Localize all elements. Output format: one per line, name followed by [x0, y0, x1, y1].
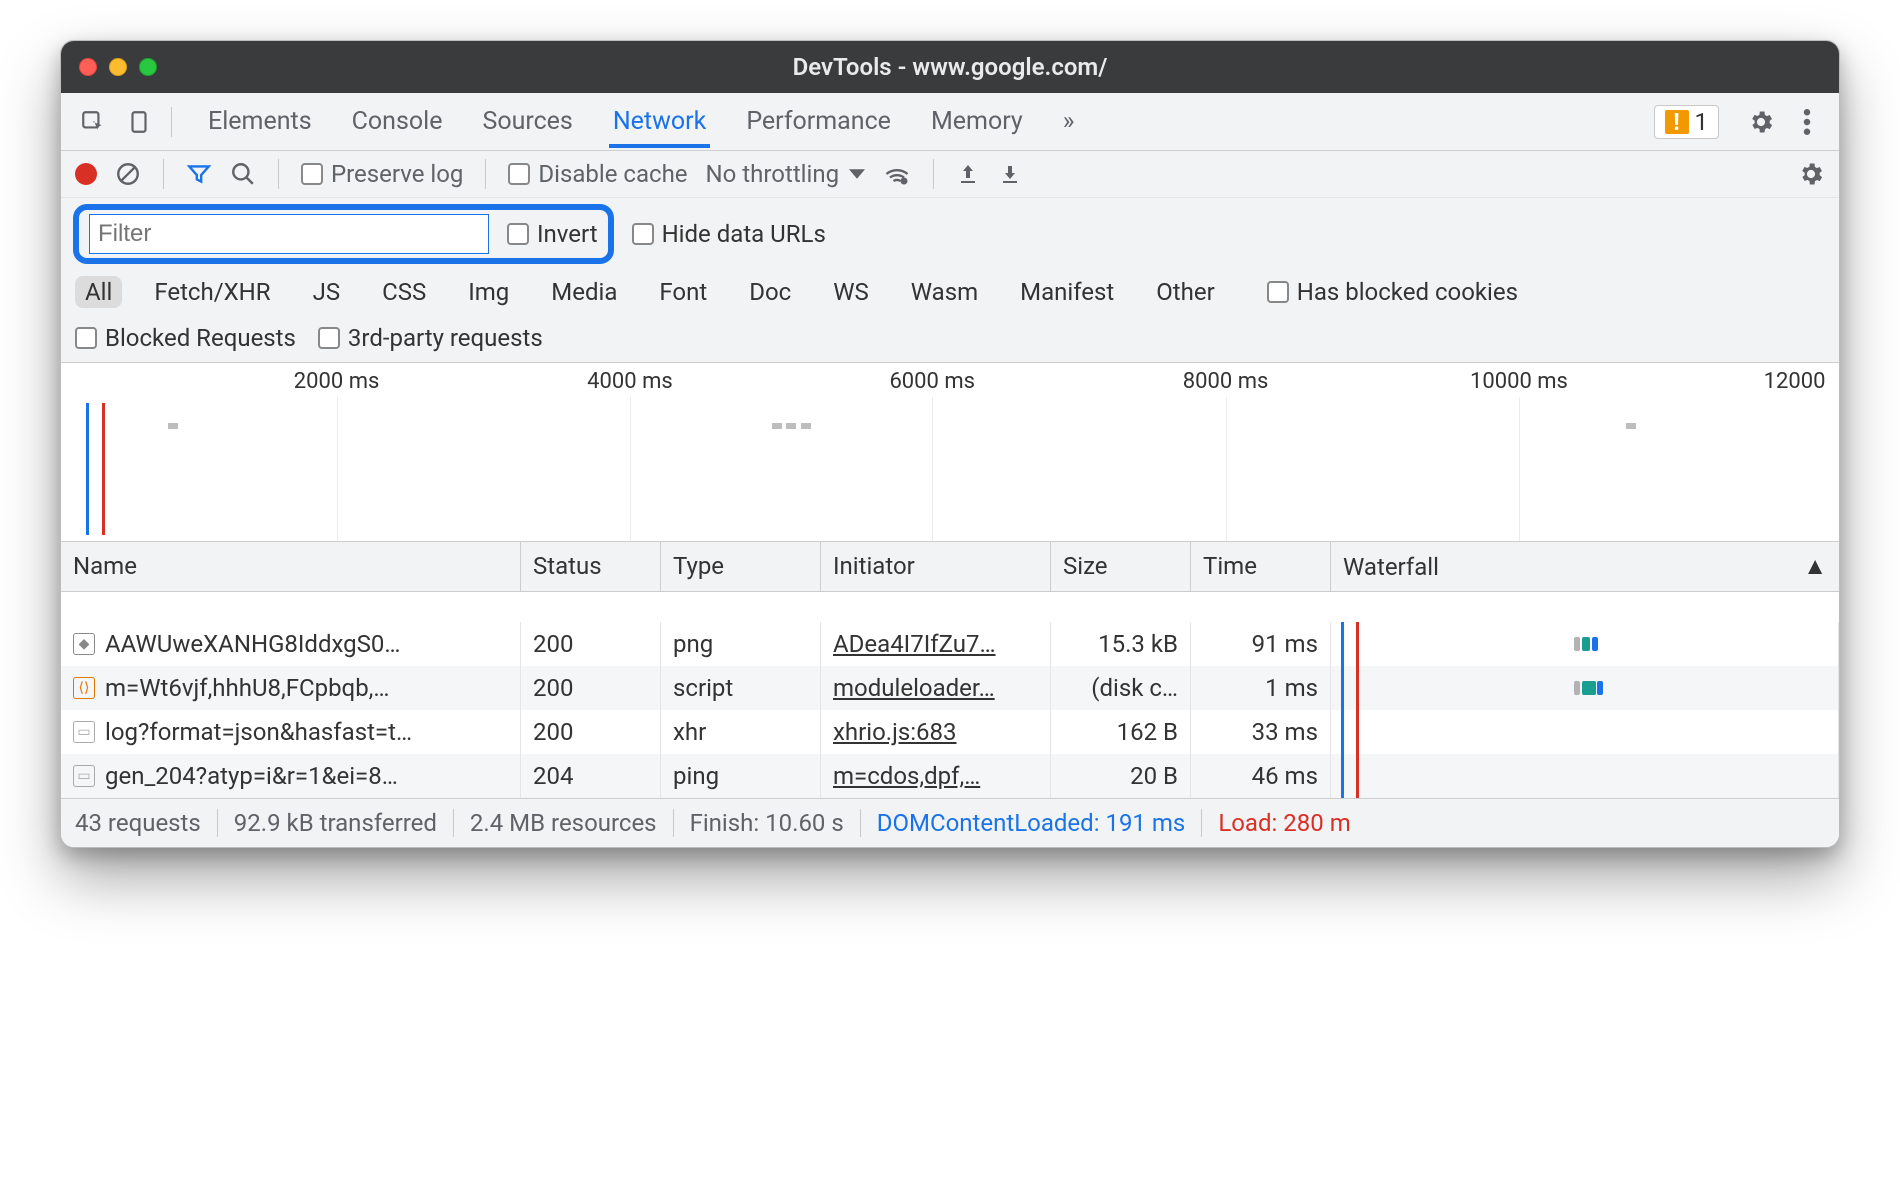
- checkbox-icon: [75, 327, 97, 349]
- network-toolbar: Preserve log Disable cache No throttling: [61, 151, 1839, 198]
- checkbox-icon: [318, 327, 340, 349]
- third-party-requests-checkbox[interactable]: 3rd-party requests: [318, 324, 543, 352]
- tabs-overflow-button[interactable]: »: [1059, 95, 1079, 148]
- issues-count: 1: [1695, 108, 1709, 136]
- invert-checkbox[interactable]: Invert: [507, 220, 598, 248]
- resource-type-filters-row2: Blocked Requests 3rd-party requests: [61, 318, 1839, 362]
- inspect-element-icon[interactable]: [75, 104, 111, 140]
- table-row[interactable]: ▭log?format=json&hasfast=t… 200 xhr xhri…: [61, 710, 1839, 754]
- initiator-link[interactable]: m=cdos,dpf,…: [833, 762, 980, 790]
- initiator-link[interactable]: moduleloader…: [833, 674, 995, 702]
- col-initiator[interactable]: Initiator: [821, 542, 1051, 591]
- window-title: DevTools - www.google.com/: [61, 53, 1839, 81]
- status-resources: 2.4 MB resources: [454, 809, 674, 837]
- filter-bar: Invert Hide data URLs: [61, 198, 1839, 270]
- close-window-button[interactable]: [79, 58, 97, 76]
- type-filter-css[interactable]: CSS: [372, 276, 436, 308]
- preserve-log-checkbox[interactable]: Preserve log: [301, 160, 463, 188]
- tab-console[interactable]: Console: [348, 95, 447, 148]
- status-dcl: DOMContentLoaded: 191 ms: [861, 809, 1203, 837]
- sort-asc-icon: ▲: [1803, 552, 1827, 581]
- status-transferred: 92.9 kB transferred: [218, 809, 454, 837]
- settings-icon[interactable]: [1743, 104, 1779, 140]
- network-conditions-icon[interactable]: [883, 160, 911, 188]
- panel-tabs-row: Elements Console Sources Network Perform…: [61, 93, 1839, 151]
- doc-file-icon: ▭: [73, 721, 95, 743]
- type-filter-media[interactable]: Media: [541, 276, 627, 308]
- col-size[interactable]: Size: [1051, 542, 1191, 591]
- status-requests: 43 requests: [75, 809, 218, 837]
- import-har-icon[interactable]: [956, 162, 980, 186]
- warning-icon: !: [1665, 110, 1689, 134]
- titlebar: DevTools - www.google.com/: [61, 41, 1839, 93]
- kebab-menu-icon[interactable]: [1789, 104, 1825, 140]
- doc-file-icon: ▭: [73, 765, 95, 787]
- tab-elements[interactable]: Elements: [204, 95, 316, 148]
- dcl-marker: [86, 403, 89, 535]
- load-marker: [102, 403, 105, 535]
- status-bar: 43 requests 92.9 kB transferred 2.4 MB r…: [61, 798, 1839, 847]
- type-filter-font[interactable]: Font: [649, 276, 717, 308]
- window-controls: [79, 58, 157, 76]
- blocked-requests-checkbox[interactable]: Blocked Requests: [75, 324, 296, 352]
- panel-tabs: Elements Console Sources Network Perform…: [204, 95, 1078, 148]
- disable-cache-checkbox[interactable]: Disable cache: [508, 160, 687, 188]
- type-filter-all[interactable]: All: [75, 276, 122, 308]
- type-filter-fetchxhr[interactable]: Fetch/XHR: [144, 276, 280, 308]
- clear-icon[interactable]: [115, 161, 141, 187]
- type-filter-doc[interactable]: Doc: [739, 276, 801, 308]
- zoom-window-button[interactable]: [139, 58, 157, 76]
- filter-highlight: Invert: [73, 204, 614, 264]
- record-button[interactable]: [75, 163, 97, 185]
- initiator-link[interactable]: xhrio.js:683: [833, 718, 957, 746]
- col-type[interactable]: Type: [661, 542, 821, 591]
- hide-data-urls-checkbox[interactable]: Hide data URLs: [632, 220, 826, 248]
- requests-table-body: ◆AAWUweXANHG8IddxgS0… 200 png ADea4I7IfZ…: [61, 592, 1839, 798]
- tab-memory[interactable]: Memory: [927, 95, 1027, 148]
- devtools-window: DevTools - www.google.com/ Elements Cons…: [60, 40, 1840, 848]
- tab-sources[interactable]: Sources: [478, 95, 576, 148]
- table-row[interactable]: ◆AAWUweXANHG8IddxgS0… 200 png ADea4I7IfZ…: [61, 622, 1839, 666]
- type-filter-img[interactable]: Img: [458, 276, 519, 308]
- col-status[interactable]: Status: [521, 542, 661, 591]
- has-blocked-cookies-checkbox[interactable]: Has blocked cookies: [1267, 278, 1518, 306]
- status-load: Load: 280 m: [1202, 809, 1366, 837]
- checkbox-icon: [1267, 281, 1289, 303]
- filter-toggle-icon[interactable]: [186, 161, 212, 187]
- requests-table-header: Name Status Type Initiator Size Time Wat…: [61, 542, 1839, 592]
- table-row[interactable]: ⟨⟩m=Wt6vjf,hhhU8,FCpbqb,… 200 script mod…: [61, 666, 1839, 710]
- tab-performance[interactable]: Performance: [742, 95, 895, 148]
- type-filter-wasm[interactable]: Wasm: [901, 276, 988, 308]
- checkbox-icon: [301, 163, 323, 185]
- col-time[interactable]: Time: [1191, 542, 1331, 591]
- search-icon[interactable]: [230, 161, 256, 187]
- type-filter-other[interactable]: Other: [1146, 276, 1224, 308]
- resource-type-filters: All Fetch/XHR JS CSS Img Media Font Doc …: [61, 270, 1839, 318]
- tab-network[interactable]: Network: [609, 95, 710, 148]
- col-waterfall[interactable]: Waterfall ▲: [1331, 542, 1839, 591]
- image-file-icon: ◆: [73, 633, 95, 655]
- checkbox-icon: [508, 163, 530, 185]
- type-filter-manifest[interactable]: Manifest: [1010, 276, 1124, 308]
- type-filter-js[interactable]: JS: [303, 276, 351, 308]
- network-settings-icon[interactable]: [1797, 160, 1825, 188]
- script-file-icon: ⟨⟩: [73, 677, 95, 699]
- timeline-overview[interactable]: 2000 ms 4000 ms 6000 ms 8000 ms 10000 ms…: [61, 362, 1839, 542]
- issues-badge[interactable]: ! 1: [1654, 105, 1720, 139]
- type-filter-ws[interactable]: WS: [823, 276, 879, 308]
- export-har-icon[interactable]: [998, 162, 1022, 186]
- status-finish: Finish: 10.60 s: [674, 809, 861, 837]
- initiator-link[interactable]: ADea4I7IfZu7…: [833, 630, 996, 658]
- filter-input[interactable]: [89, 214, 489, 254]
- table-row[interactable]: ▭gen_204?atyp=i&r=1&ei=8… 204 ping m=cdo…: [61, 754, 1839, 798]
- col-name[interactable]: Name: [61, 542, 521, 591]
- checkbox-icon: [507, 223, 529, 245]
- device-toggle-icon[interactable]: [121, 104, 157, 140]
- checkbox-icon: [632, 223, 654, 245]
- throttling-select[interactable]: No throttling: [706, 160, 866, 188]
- chevron-down-icon: [849, 166, 865, 182]
- minimize-window-button[interactable]: [109, 58, 127, 76]
